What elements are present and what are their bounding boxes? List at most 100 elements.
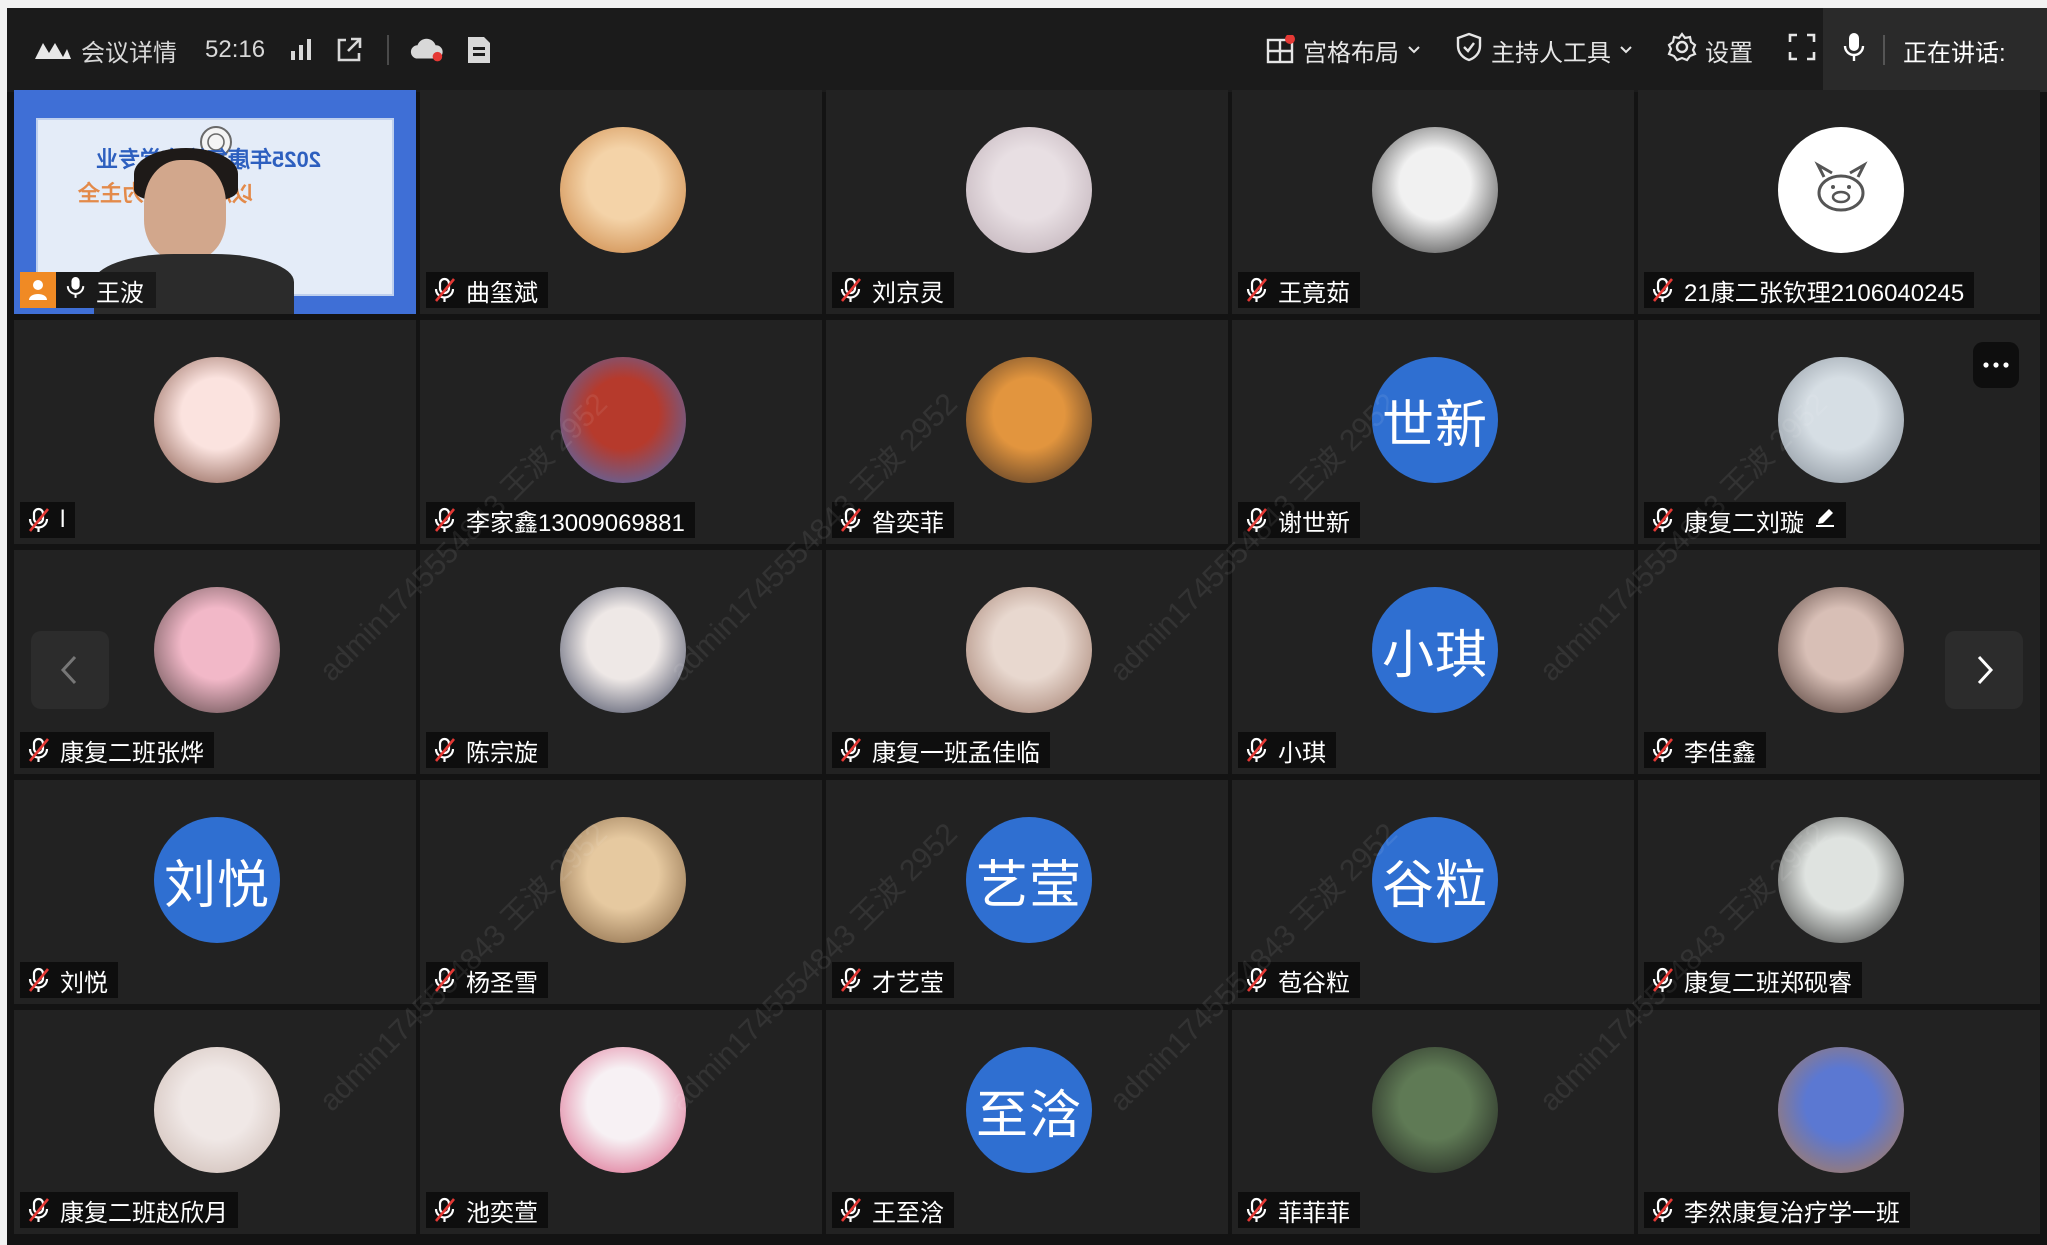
previous-page-button[interactable] xyxy=(31,631,109,709)
participant-name: 康复二班郑砚睿 xyxy=(1684,969,1852,997)
cloud-record-icon[interactable] xyxy=(409,32,445,68)
meeting-details-link[interactable]: 会议详情 xyxy=(81,33,177,68)
participant-tile[interactable]: 康复一班孟佳临 xyxy=(826,550,1228,774)
chevron-down-icon xyxy=(1408,46,1420,54)
participant-name: 小琪 xyxy=(1278,739,1326,767)
speaker-divider xyxy=(1883,35,1885,65)
participant-name: 昝奕菲 xyxy=(872,509,944,537)
participant-tile[interactable]: 李然康复治疗学一班 xyxy=(1638,1010,2040,1234)
participant-name: 杨圣雪 xyxy=(466,969,538,997)
participant-name-tag: 刘京灵 xyxy=(832,272,954,308)
microphone-muted-icon xyxy=(1652,1197,1674,1223)
participant-tile[interactable]: 世新 谢世新 xyxy=(1232,320,1634,544)
participant-tile[interactable]: l xyxy=(14,320,416,544)
participant-name-tag: 康复二班张烨 xyxy=(20,732,214,768)
microphone-muted-icon xyxy=(1652,967,1674,993)
participant-tile[interactable]: 至浛 王至浛 xyxy=(826,1010,1228,1234)
participant-name-tag: 康复二班郑砚睿 xyxy=(1644,962,1862,998)
initials-avatar: 刘悦 xyxy=(154,817,280,943)
participant-tile[interactable]: 陈宗旋 xyxy=(420,550,822,774)
participant-tile[interactable]: 艺莹 才艺莹 xyxy=(826,780,1228,1004)
participant-name: 陈宗旋 xyxy=(466,739,538,767)
participant-name: 李然康复治疗学一班 xyxy=(1684,1199,1900,1227)
notes-document-icon[interactable] xyxy=(461,32,497,68)
chevron-right-icon xyxy=(1977,655,1994,685)
golden-retriever-avatar xyxy=(560,817,686,943)
cartoon-girl-avatar xyxy=(154,587,280,713)
top-toolbar: 会议详情 52:16 宫格布局 主持人工具 设置 正在讲话: xyxy=(7,8,2047,92)
grid-layout-icon xyxy=(1265,34,1295,65)
microphone-on-icon xyxy=(66,274,86,307)
microphone-muted-icon xyxy=(1246,277,1268,303)
microphone-muted-icon xyxy=(1652,277,1674,303)
participant-name-tag: 才艺莹 xyxy=(832,962,954,998)
participant-name-tag: 康复二班赵欣月 xyxy=(20,1192,238,1228)
participant-name: 刘京灵 xyxy=(872,279,944,307)
participant-tile[interactable]: 刘京灵 xyxy=(826,90,1228,314)
participant-tile[interactable]: 康复二班赵欣月 xyxy=(14,1010,416,1234)
participant-tile[interactable]: 2025年康复治疗学专业以风险防控为主全王波 xyxy=(14,90,416,314)
portrait-girl-avatar xyxy=(966,587,1092,713)
participant-tile[interactable]: 曲玺斌 xyxy=(420,90,822,314)
participant-name-tag: l xyxy=(20,502,76,538)
participant-name-tag: 杨圣雪 xyxy=(426,962,548,998)
participant-name: 王波 xyxy=(96,279,144,307)
flower-girl-avatar xyxy=(1778,357,1904,483)
chevron-left-icon xyxy=(60,655,77,685)
participant-name-tag: 李佳鑫 xyxy=(1644,732,1766,768)
grid-layout-button[interactable]: 宫格布局 xyxy=(1265,33,1421,68)
participant-tile[interactable]: 小琪 小琪 xyxy=(1232,550,1634,774)
gear-icon xyxy=(1667,31,1697,69)
anime-pink-avatar xyxy=(560,1047,686,1173)
microphone-muted-icon xyxy=(1652,737,1674,763)
microphone-muted-icon xyxy=(434,1197,456,1223)
smiling-man-avatar xyxy=(1372,127,1498,253)
participant-tile[interactable]: 康复二班郑砚睿 xyxy=(1638,780,2040,1004)
edit-pencil-icon[interactable] xyxy=(1814,506,1836,535)
face-closeup-avatar xyxy=(1778,587,1904,713)
participant-name: 刘悦 xyxy=(60,969,108,997)
host-badge-icon xyxy=(20,272,56,308)
participant-name: 21康二张钦理2106040245 xyxy=(1684,279,1965,307)
participant-name-tag: 菲菲菲 xyxy=(1238,1192,1360,1228)
participant-name-tag: 21康二张钦理2106040245 xyxy=(1644,272,1975,308)
participant-tile[interactable]: 菲菲菲 xyxy=(1232,1010,1634,1234)
initials-avatar: 艺莹 xyxy=(966,817,1092,943)
blossom-avatar xyxy=(966,127,1092,253)
fullscreen-button[interactable] xyxy=(1787,32,1817,69)
participant-tile[interactable]: 刘悦 刘悦 xyxy=(14,780,416,1004)
signal-strength-icon[interactable] xyxy=(283,32,319,68)
participant-name: 王竟茹 xyxy=(1278,279,1350,307)
window-girl-avatar xyxy=(1372,1047,1498,1173)
participant-name-tag: 陈宗旋 xyxy=(426,732,548,768)
participant-name-tag: 王竟茹 xyxy=(1238,272,1360,308)
grid-layout-label: 宫格布局 xyxy=(1303,39,1399,67)
participant-tile[interactable]: 21康二张钦理2106040245 xyxy=(1638,90,2040,314)
participant-tile[interactable]: 谷粒 苞谷粒 xyxy=(1232,780,1634,1004)
host-tools-label: 主持人工具 xyxy=(1491,39,1611,67)
participant-tile[interactable]: 李家鑫13009069881 xyxy=(420,320,822,544)
microphone-icon xyxy=(1843,31,1865,70)
participant-name: 谢世新 xyxy=(1278,509,1350,537)
next-page-button[interactable] xyxy=(1945,631,2023,709)
host-tools-button[interactable]: 主持人工具 xyxy=(1455,32,1633,69)
microphone-muted-icon xyxy=(434,967,456,993)
microphone-muted-icon xyxy=(1246,967,1268,993)
participant-tile[interactable]: 杨圣雪 xyxy=(420,780,822,1004)
participant-name: 才艺莹 xyxy=(872,969,944,997)
microphone-muted-icon xyxy=(840,1197,862,1223)
participant-tile[interactable]: 王竟茹 xyxy=(1232,90,1634,314)
participant-name-tag: 昝奕菲 xyxy=(832,502,954,538)
settings-button[interactable]: 设置 xyxy=(1667,31,1753,69)
cartoon-bear-avatar xyxy=(1778,1047,1904,1173)
microphone-muted-icon xyxy=(434,277,456,303)
host-person-face xyxy=(144,160,226,260)
participant-name-tag: 康复二刘璇 xyxy=(1644,502,1846,538)
participant-name-tag: 苞谷粒 xyxy=(1238,962,1360,998)
participant-tile[interactable]: 昝奕菲 xyxy=(826,320,1228,544)
microphone-muted-icon xyxy=(840,967,862,993)
share-external-icon[interactable] xyxy=(331,32,367,68)
more-options-button[interactable] xyxy=(1973,342,2019,388)
meeting-timer: 52:16 xyxy=(205,36,266,63)
participant-tile[interactable]: 池奕萱 xyxy=(420,1010,822,1234)
